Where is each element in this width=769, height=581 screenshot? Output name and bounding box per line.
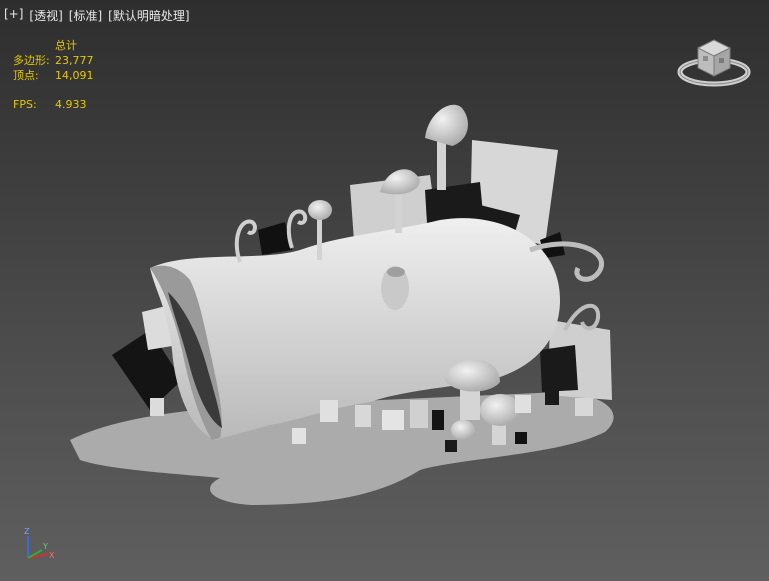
axis-x-label: X <box>49 551 55 560</box>
foliage-card <box>540 345 578 392</box>
mushroom-stem <box>317 215 322 260</box>
mushroom-cap <box>480 394 520 426</box>
mushroom-cap <box>425 104 468 146</box>
mushroom-cap <box>451 420 475 440</box>
mushroom-stem <box>437 140 446 190</box>
curl-stem <box>234 219 257 263</box>
axis-tripod-icon: Z X Y <box>24 527 55 560</box>
mushroom-stem <box>395 188 402 233</box>
curl-stem <box>286 209 308 249</box>
mushroom-cap <box>308 200 332 220</box>
axis-z-label: Z <box>24 527 30 536</box>
axis-y-label: Y <box>42 542 48 551</box>
viewport-scene[interactable] <box>0 0 769 581</box>
